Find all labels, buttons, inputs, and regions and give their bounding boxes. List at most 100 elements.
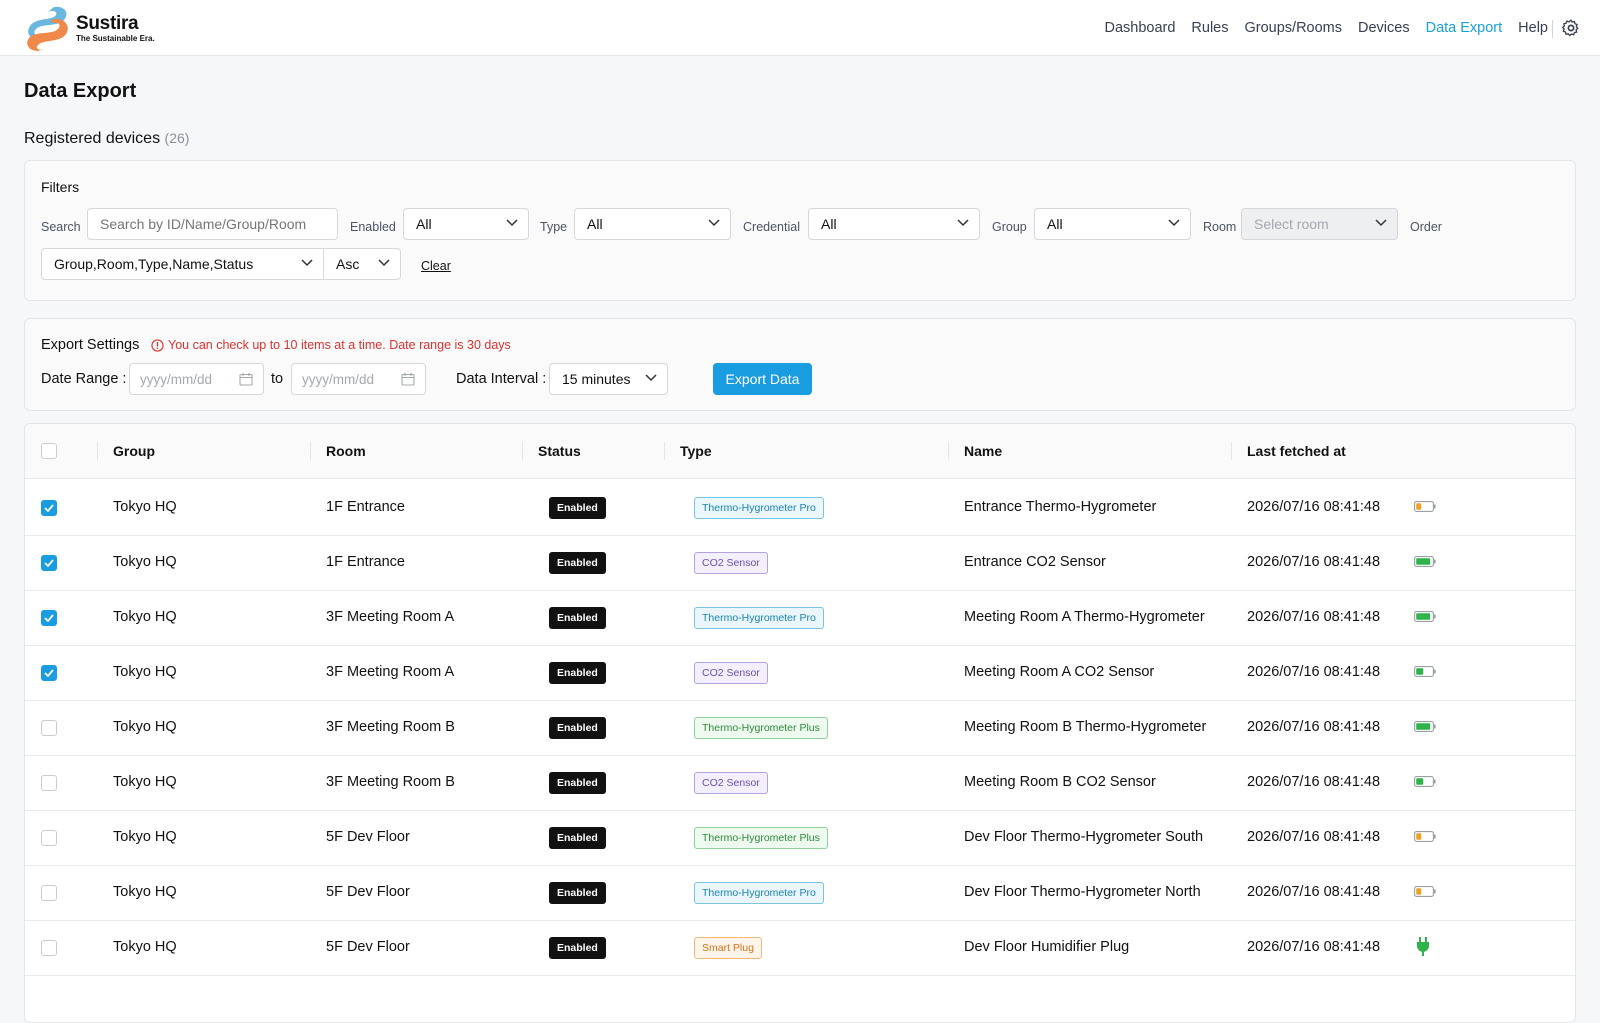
nav-rules[interactable]: Rules: [1191, 20, 1228, 36]
brand-logo[interactable]: Sustira The Sustainable Era.: [24, 3, 164, 53]
date-from-input[interactable]: yyyy/mm/dd: [129, 363, 264, 395]
type-tag: CO2 Sensor: [694, 772, 768, 794]
room-select[interactable]: Select room: [1241, 208, 1398, 240]
cell-room: 3F Meeting Room A: [326, 609, 455, 625]
cell-group: Tokyo HQ: [113, 609, 177, 625]
to-label: to: [271, 371, 284, 387]
status-badge: Enabled: [549, 607, 606, 629]
cell-last-fetched: 2026/07/16 08:41:48: [1247, 609, 1381, 625]
cell-room: 3F Meeting Room B: [326, 774, 455, 790]
status-badge: Enabled: [549, 882, 606, 904]
export-warning-text: You can check up to 10 items at a time. …: [168, 338, 511, 352]
registered-devices-label: Registered devices: [24, 130, 161, 147]
table-row[interactable]: Tokyo HQ 5F Dev Floor Enabled Thermo-Hygrom…: [25, 810, 1575, 866]
row-checkbox[interactable]: [41, 885, 57, 901]
row-checkbox[interactable]: [41, 665, 57, 681]
nav-help[interactable]: Help: [1518, 20, 1548, 36]
type-select[interactable]: All: [574, 208, 731, 240]
group-label: Group: [992, 220, 1027, 234]
column-divider: [522, 442, 523, 460]
row-checkbox[interactable]: [41, 830, 57, 846]
cell-room: 1F Entrance: [326, 554, 405, 570]
column-divider: [310, 442, 311, 460]
nav-groups-rooms[interactable]: Groups/Rooms: [1245, 20, 1343, 36]
table-row[interactable]: Tokyo HQ 1F Entrance Enabled CO2 Sensor Entr…: [25, 535, 1575, 591]
order-direction-select[interactable]: Asc: [323, 248, 401, 280]
date-to-input[interactable]: yyyy/mm/dd: [291, 363, 426, 395]
cell-name: Meeting Room A CO2 Sensor: [964, 664, 1155, 680]
battery-icon: [1414, 886, 1436, 897]
search-input[interactable]: [87, 208, 338, 240]
table-row[interactable]: Tokyo HQ 3F Meeting Room B Enabled Thermo-H…: [25, 700, 1575, 756]
credential-select[interactable]: All: [808, 208, 980, 240]
order-select[interactable]: Group,Room,Type,Name,Status: [41, 248, 324, 280]
cell-last-fetched: 2026/07/16 08:41:48: [1247, 939, 1381, 955]
status-badge: Enabled: [549, 552, 606, 574]
export-settings-panel: Export Settings You can check up to 10 i…: [24, 318, 1576, 411]
cell-last-fetched: 2026/07/16 08:41:48: [1247, 829, 1381, 845]
column-header-group[interactable]: Group: [113, 443, 155, 459]
cell-last-fetched: 2026/07/16 08:41:48: [1247, 664, 1381, 680]
row-checkbox[interactable]: [41, 555, 57, 571]
column-header-room[interactable]: Room: [326, 443, 366, 459]
table-header: Group Room Status Type Name Last fetched…: [25, 424, 1575, 479]
cell-room: 3F Meeting Room B: [326, 719, 455, 735]
cell-name: Dev Floor Thermo-Hygrometer North: [964, 884, 1201, 900]
table-row[interactable]: Tokyo HQ 5F Dev Floor Enabled Smart Plug Dev…: [25, 920, 1575, 976]
data-interval-value: 15 minutes: [562, 371, 631, 387]
export-data-button[interactable]: Export Data: [713, 363, 812, 395]
calendar-icon: [239, 373, 253, 386]
data-interval-select[interactable]: 15 minutes: [549, 363, 668, 395]
table-row[interactable]: Tokyo HQ 1F Entrance Enabled Thermo-Hygrome…: [25, 480, 1575, 536]
column-divider: [1231, 442, 1232, 460]
column-header-status[interactable]: Status: [538, 443, 581, 459]
calendar-icon: [401, 373, 415, 386]
type-label: Type: [540, 220, 568, 234]
gear-icon[interactable]: [1562, 19, 1580, 37]
cell-last-fetched: 2026/07/16 08:41:48: [1247, 719, 1381, 735]
order-label: Order: [1410, 220, 1442, 234]
type-select-value: All: [587, 216, 603, 232]
table-row[interactable]: Tokyo HQ 3F Meeting Room A Enabled Thermo-H…: [25, 590, 1575, 646]
status-badge: Enabled: [549, 827, 606, 849]
column-header-type[interactable]: Type: [680, 443, 712, 459]
clear-filters-link[interactable]: Clear: [421, 259, 451, 273]
type-tag: Thermo-Hygrometer Pro: [694, 497, 824, 519]
page-title: Data Export: [24, 80, 137, 102]
enabled-select[interactable]: All: [403, 208, 529, 240]
devices-table: Group Room Status Type Name Last fetched…: [24, 423, 1576, 1023]
row-checkbox[interactable]: [41, 610, 57, 626]
status-badge: Enabled: [549, 937, 606, 959]
cell-last-fetched: 2026/07/16 08:41:48: [1247, 499, 1381, 515]
nav-data-export[interactable]: Data Export: [1426, 20, 1503, 36]
table-row[interactable]: Tokyo HQ 5F Dev Floor Enabled Thermo-Hygrom…: [25, 865, 1575, 921]
column-divider: [97, 442, 98, 460]
battery-icon: [1414, 776, 1436, 787]
main-nav: Dashboard Rules Groups/Rooms Devices Dat…: [1104, 0, 1548, 56]
cell-name: Meeting Room A Thermo-Hygrometer: [964, 609, 1205, 625]
cell-room: 5F Dev Floor: [326, 884, 410, 900]
column-header-name[interactable]: Name: [964, 443, 1002, 459]
table-row[interactable]: Tokyo HQ 3F Meeting Room A Enabled CO2 Sens…: [25, 645, 1575, 701]
table-row[interactable]: Tokyo HQ 3F Meeting Room B Enabled CO2 Sens…: [25, 755, 1575, 811]
nav-dashboard[interactable]: Dashboard: [1104, 20, 1175, 36]
row-checkbox[interactable]: [41, 775, 57, 791]
select-all-checkbox[interactable]: [41, 443, 57, 459]
cell-name: Dev Floor Humidifier Plug: [964, 939, 1130, 955]
status-badge: Enabled: [549, 772, 606, 794]
row-checkbox[interactable]: [41, 720, 57, 736]
filters-title: Filters: [41, 179, 80, 195]
column-header-last-fetched[interactable]: Last fetched at: [1247, 443, 1346, 459]
cell-name: Meeting Room B Thermo-Hygrometer: [964, 719, 1207, 735]
nav-devices[interactable]: Devices: [1358, 20, 1410, 36]
status-badge: Enabled: [549, 497, 606, 519]
battery-icon: [1414, 831, 1436, 842]
chevron-down-icon: [1375, 219, 1387, 227]
cell-last-fetched: 2026/07/16 08:41:48: [1247, 554, 1381, 570]
row-checkbox[interactable]: [41, 500, 57, 516]
group-select[interactable]: All: [1034, 208, 1191, 240]
cell-room: 5F Dev Floor: [326, 939, 410, 955]
row-checkbox[interactable]: [41, 940, 57, 956]
battery-icon: [1414, 611, 1436, 622]
chevron-down-icon: [378, 259, 390, 267]
